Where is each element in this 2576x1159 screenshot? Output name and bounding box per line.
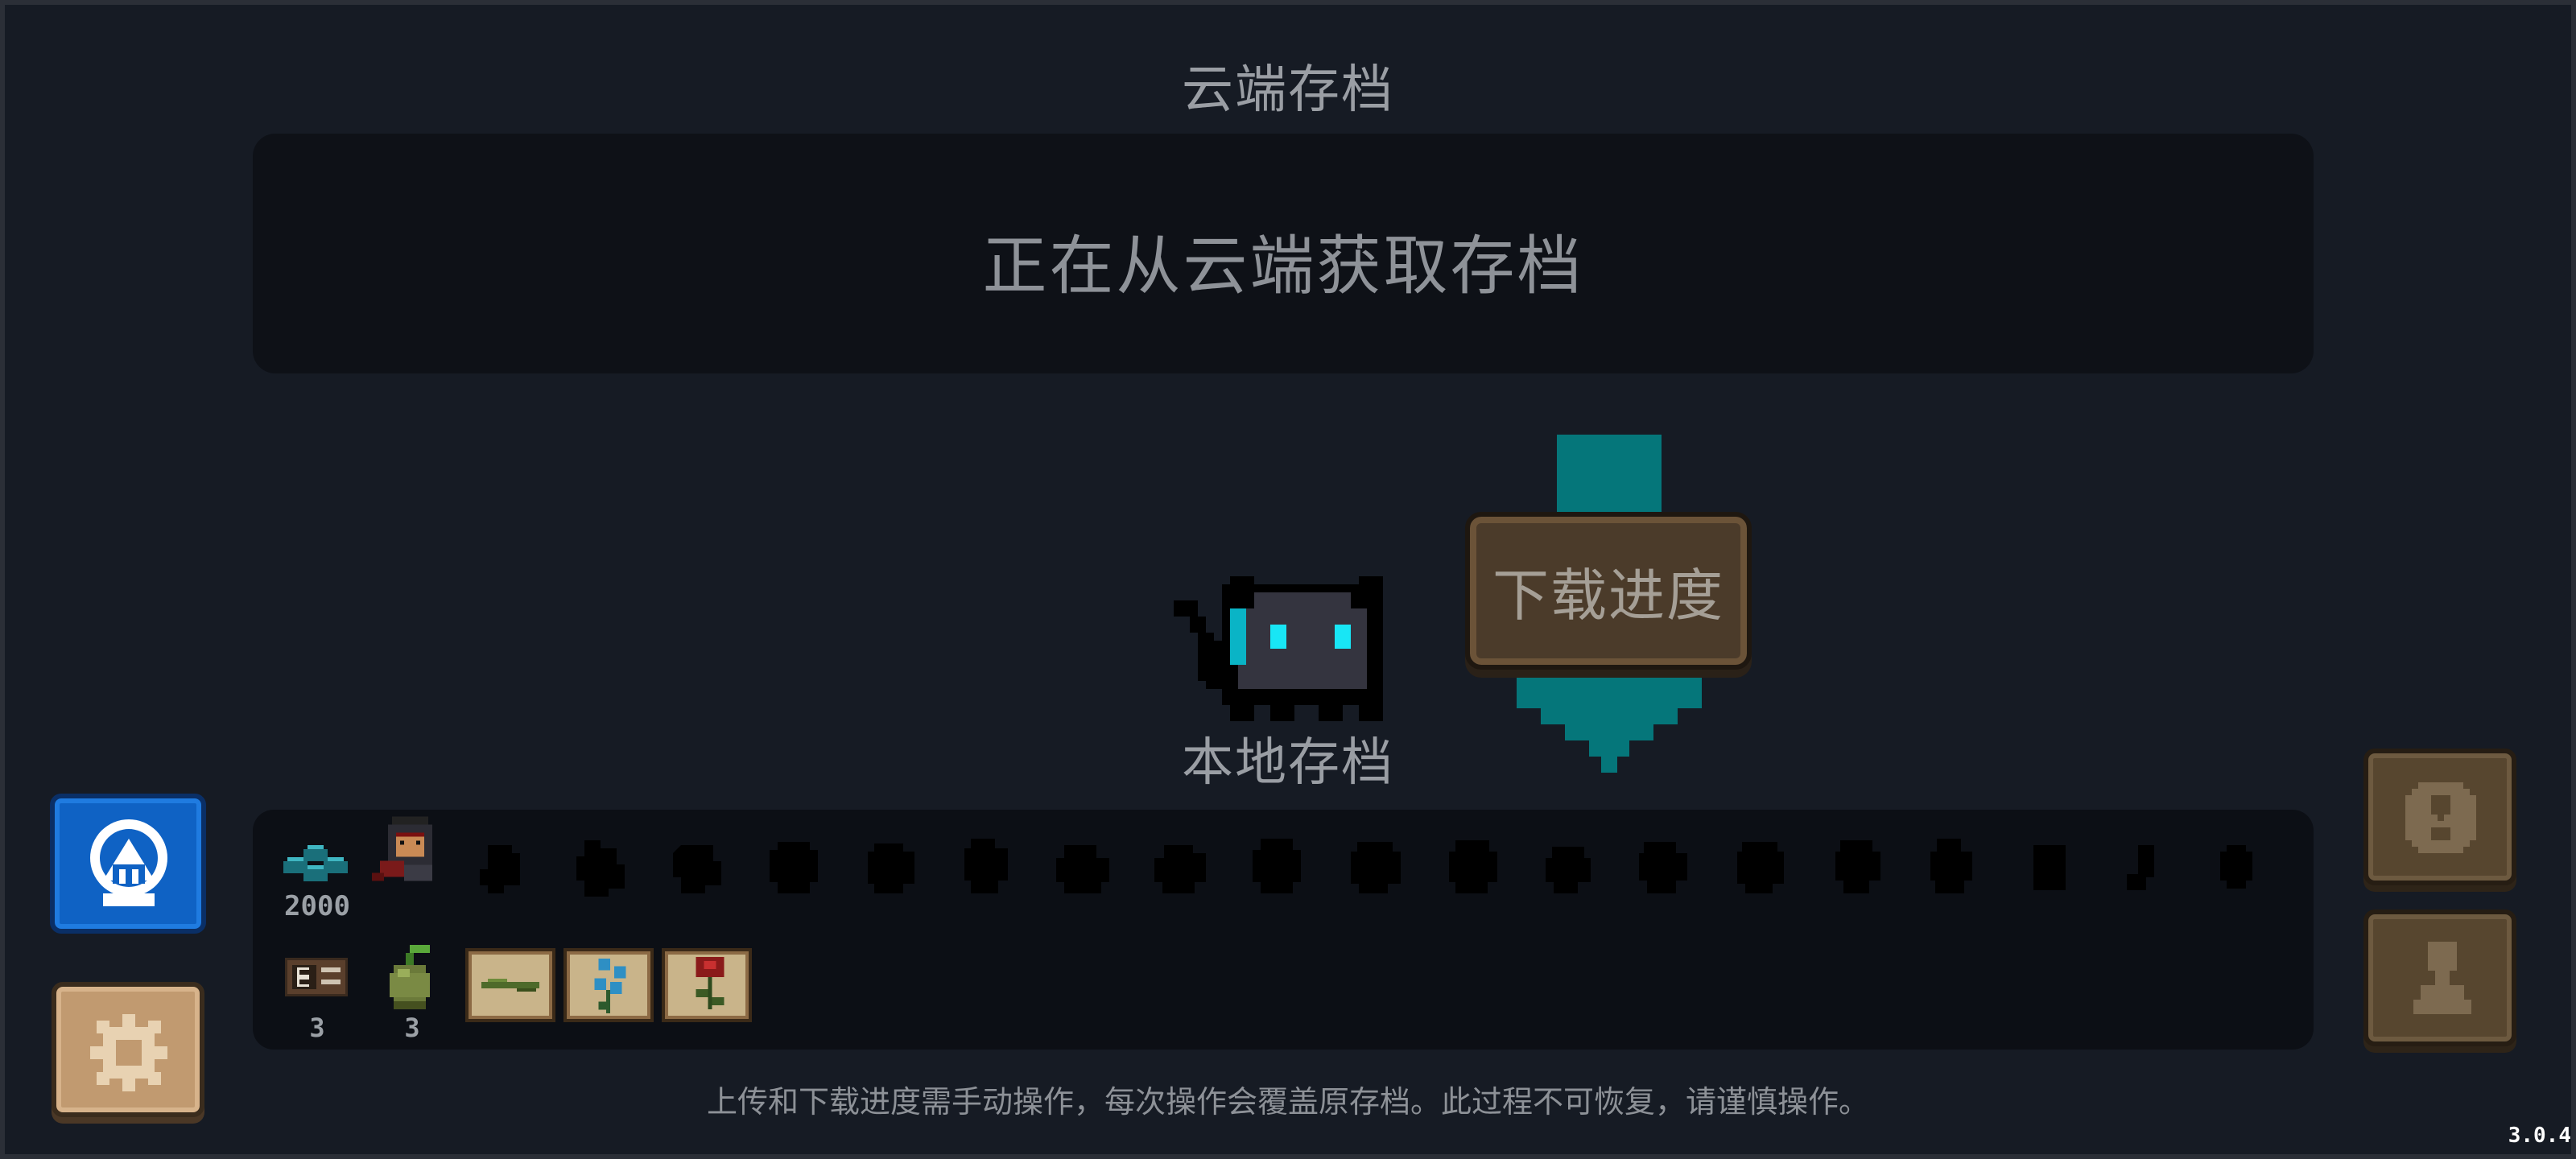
version-label: 3.0.4 xyxy=(2508,1124,2571,1148)
plant-card-red-flower[interactable] xyxy=(662,948,752,1022)
download-arrow-head-icon xyxy=(1517,668,1702,773)
status-message: 正在从云端获取存档 xyxy=(982,229,1584,303)
red-flower-icon xyxy=(696,957,724,1009)
locked-character-silhouettes xyxy=(480,839,2252,897)
warning-notice: 上传和下载进度需手动操作，每次操作会覆盖原存档。此过程不可恢复，请谨慎操作。 xyxy=(706,1084,1869,1120)
character-portrait-icon[interactable] xyxy=(372,816,444,885)
grass-plant-icon xyxy=(481,979,539,992)
user-icon xyxy=(2413,942,2471,1014)
exclamation-icon xyxy=(2405,782,2476,853)
download-progress-button[interactable]: 下载进度 xyxy=(1465,512,1752,670)
download-progress-label: 下载进度 xyxy=(1492,562,1724,629)
notice-button[interactable] xyxy=(2363,749,2516,885)
blue-flower-icon xyxy=(594,958,626,1014)
page-title: 云端存档 xyxy=(1182,60,1394,120)
download-arrow-stem xyxy=(1557,435,1662,523)
local-save-label: 本地存档 xyxy=(1182,733,1394,793)
material-card-icon xyxy=(285,958,348,996)
status-panel: 正在从云端获取存档 xyxy=(253,134,2314,373)
plant-card-blue-flower[interactable] xyxy=(564,948,654,1022)
seed-count: 3 xyxy=(404,1013,420,1043)
community-logo-icon xyxy=(90,819,167,906)
inventory-panel: 2000 3 3 xyxy=(253,810,2314,1050)
gems-icon xyxy=(283,845,348,881)
material-card-count: 3 xyxy=(309,1013,325,1043)
plant-card-grass[interactable] xyxy=(465,948,555,1022)
gems-count: 2000 xyxy=(284,890,350,922)
community-button[interactable] xyxy=(50,794,206,934)
cat-icon xyxy=(1174,576,1383,721)
account-button[interactable] xyxy=(2363,909,2516,1046)
seed-icon xyxy=(390,945,430,1009)
